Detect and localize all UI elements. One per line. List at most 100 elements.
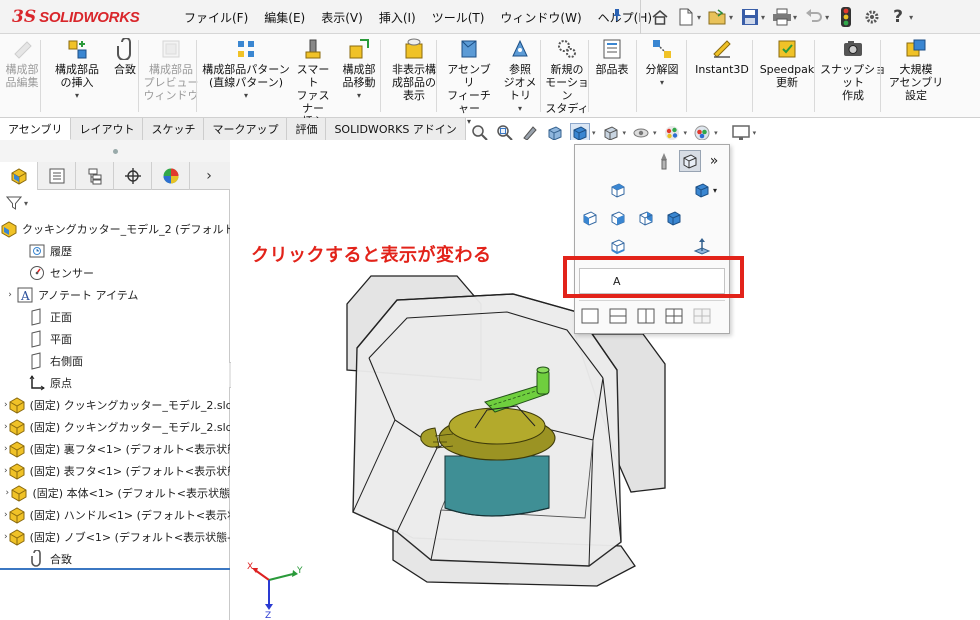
ribbon-button-14[interactable]: Speedpak 更新 bbox=[758, 38, 816, 116]
tab-2[interactable]: スケッチ bbox=[143, 118, 205, 140]
ribbon-button-13[interactable]: Instant3D bbox=[690, 38, 754, 116]
tree-node[interactable]: 右側面 bbox=[0, 350, 230, 372]
top-view-icon[interactable] bbox=[607, 179, 629, 201]
display-style-dropdown-icon[interactable]: ▾ bbox=[623, 129, 627, 137]
open-dropdown-icon[interactable]: ▾ bbox=[729, 13, 733, 22]
new-document-icon[interactable] bbox=[675, 6, 697, 28]
tree-node[interactable]: › (固定) 本体<1> (デフォルト<表示状態 bbox=[0, 482, 230, 504]
popup-expand-icon[interactable]: » bbox=[703, 150, 725, 172]
ribbon-button-16[interactable]: 大規模 アセンブリ 設定 bbox=[888, 38, 944, 116]
tree-node[interactable]: › (固定) クッキングカッター_モデル_2.sldas bbox=[0, 416, 230, 438]
tab-display-manager[interactable] bbox=[152, 162, 190, 190]
help-icon[interactable]: ? bbox=[887, 6, 909, 28]
tree-node[interactable]: クッキングカッター_モデル_2 (デフォルト<表示 bbox=[0, 218, 230, 240]
ribbon-button-6-dropdown-icon[interactable]: ▾ bbox=[357, 89, 361, 102]
view-cube-toggle-icon[interactable] bbox=[679, 150, 701, 172]
rebuild-icon[interactable] bbox=[835, 6, 857, 28]
ribbon-button-10[interactable]: 新規の モーション スタディ bbox=[544, 38, 590, 116]
back-view-icon[interactable] bbox=[663, 207, 685, 229]
single-viewport-icon[interactable] bbox=[579, 305, 601, 327]
left-view-icon[interactable] bbox=[579, 207, 601, 229]
expand-arrow-icon[interactable]: › bbox=[4, 290, 16, 300]
ribbon-button-11[interactable]: 部品表 bbox=[592, 38, 632, 116]
tree-node[interactable]: 正面 bbox=[0, 306, 230, 328]
ribbon-button-15[interactable]: スナップショット 作成 bbox=[820, 38, 886, 116]
more-tabs-arrow-icon[interactable]: › bbox=[190, 162, 228, 190]
ribbon-button-11-label: 部品表 bbox=[595, 63, 629, 76]
isometric-dropdown-icon[interactable]: ▾ bbox=[709, 179, 721, 201]
save-dropdown-icon[interactable]: ▾ bbox=[761, 13, 765, 22]
tree-filter[interactable]: ▾ bbox=[0, 190, 230, 216]
ribbon-button-8[interactable]: アセンブリ フィーチャー ▾ bbox=[442, 38, 496, 126]
menu-item-2[interactable]: 表示(V) bbox=[313, 9, 371, 26]
new-dropdown-icon[interactable]: ▾ bbox=[697, 13, 701, 22]
ribbon-button-1-dropdown-icon[interactable]: ▾ bbox=[75, 89, 79, 102]
ribbon-button-2[interactable]: 合致 bbox=[110, 38, 140, 116]
tree-node[interactable]: › (固定) 裏フタ<1> (デフォルト<表示状態 bbox=[0, 438, 230, 460]
right-view-icon[interactable] bbox=[635, 207, 657, 229]
view-settings-dropdown-icon[interactable]: ▾ bbox=[753, 129, 757, 137]
link-views-icon[interactable] bbox=[691, 305, 713, 327]
save-icon[interactable] bbox=[739, 6, 761, 28]
ribbon-button-5[interactable]: スマート ファスナー 挿入 bbox=[292, 38, 334, 128]
tab-1[interactable]: レイアウト bbox=[71, 118, 144, 140]
menu-item-5[interactable]: ウィンドウ(W) bbox=[492, 9, 589, 26]
ribbon-button-4-dropdown-icon[interactable]: ▾ bbox=[244, 89, 248, 102]
ribbon-button-12[interactable]: 分解図 ▾ bbox=[640, 38, 684, 116]
help-dropdown-icon[interactable]: ▾ bbox=[909, 13, 913, 22]
tree-node[interactable]: 履歴 bbox=[0, 240, 230, 262]
tree-node[interactable]: 合致 bbox=[0, 548, 230, 570]
ribbon-button-12-dropdown-icon[interactable]: ▾ bbox=[660, 76, 664, 89]
print-dropdown-icon[interactable]: ▾ bbox=[793, 13, 797, 22]
ribbon-button-7[interactable]: 非表示構 成部品の 表示 bbox=[386, 38, 442, 116]
filter-dropdown-icon[interactable]: ▾ bbox=[24, 199, 28, 208]
ribbon-button-3[interactable]: 構成部品 プレビュー ウィンドウ bbox=[142, 38, 200, 116]
normal-to-icon[interactable] bbox=[691, 235, 713, 257]
tab-property-manager[interactable] bbox=[38, 162, 76, 190]
print-icon[interactable] bbox=[771, 6, 793, 28]
panel-grip[interactable] bbox=[0, 140, 230, 162]
ribbon-button-6[interactable]: 構成部 品移動 ▾ bbox=[336, 38, 382, 116]
tab-configuration-manager[interactable] bbox=[76, 162, 114, 190]
tree-node[interactable]: 原点 bbox=[0, 372, 230, 394]
tree-node[interactable]: › (固定) ハンドル<1> (デフォルト<表示状 bbox=[0, 504, 230, 526]
four-view-icon[interactable] bbox=[663, 305, 685, 327]
view-orientation-dropdown-icon[interactable]: ▾ bbox=[592, 129, 596, 137]
hide-show-dropdown-icon[interactable]: ▾ bbox=[653, 129, 657, 137]
two-view-horizontal-icon[interactable] bbox=[607, 305, 629, 327]
undo-dropdown-icon[interactable]: ▾ bbox=[825, 13, 829, 22]
tab-4[interactable]: 評価 bbox=[287, 118, 327, 140]
ribbon-button-0[interactable]: 構成部 品編集 bbox=[2, 38, 42, 116]
view-selector-icon[interactable] bbox=[653, 150, 675, 172]
edit-appearance-dropdown-icon[interactable]: ▾ bbox=[684, 129, 688, 137]
ribbon-button-4[interactable]: 構成部品パターン (直線パターン) ▾ bbox=[200, 38, 292, 116]
tab-3[interactable]: マークアップ bbox=[204, 118, 288, 140]
tree-node[interactable]: › (固定) ノブ<1> (デフォルト<表示状態- bbox=[0, 526, 230, 548]
ribbon-button-9[interactable]: 参照 ジオメトリ ▾ bbox=[500, 38, 540, 116]
tree-node[interactable]: 平面 bbox=[0, 328, 230, 350]
front-view-icon[interactable] bbox=[607, 207, 629, 229]
tree-node[interactable]: センサー bbox=[0, 262, 230, 284]
open-icon[interactable] bbox=[707, 6, 729, 28]
apply-scene-dropdown-icon[interactable]: ▾ bbox=[714, 129, 718, 137]
options-gear-icon[interactable] bbox=[861, 6, 883, 28]
undo-icon[interactable] bbox=[803, 6, 825, 28]
ribbon-button-1[interactable]: 構成部品 の挿入 ▾ bbox=[48, 38, 106, 116]
menu-item-4[interactable]: ツール(T) bbox=[424, 9, 493, 26]
menu-item-3[interactable]: 挿入(I) bbox=[371, 9, 424, 26]
menu-item-1[interactable]: 編集(E) bbox=[256, 9, 313, 26]
tab-dimxpert-manager[interactable] bbox=[114, 162, 152, 190]
solidworks-logo[interactable]: 3S SOLIDWORKS bbox=[2, 1, 154, 33]
ribbon-button-9-dropdown-icon[interactable]: ▾ bbox=[518, 102, 522, 115]
tab-5[interactable]: SOLIDWORKS アドイン bbox=[326, 118, 466, 140]
home-icon[interactable] bbox=[649, 6, 671, 28]
pin-menu-icon[interactable] bbox=[610, 8, 624, 26]
bottom-view-icon[interactable] bbox=[607, 235, 629, 257]
tree-node[interactable]: › A アノテート アイテム bbox=[0, 284, 230, 306]
menu-item-0[interactable]: ファイル(F) bbox=[176, 9, 256, 26]
two-view-vertical-icon[interactable] bbox=[635, 305, 657, 327]
tree-node[interactable]: › (固定) クッキングカッター_モデル_2.sldas bbox=[0, 394, 230, 416]
tree-node[interactable]: › (固定) 表フタ<1> (デフォルト<表示状態 bbox=[0, 460, 230, 482]
tab-0[interactable]: アセンブリ bbox=[0, 118, 72, 140]
tab-featuremanager-tree[interactable] bbox=[0, 162, 38, 190]
